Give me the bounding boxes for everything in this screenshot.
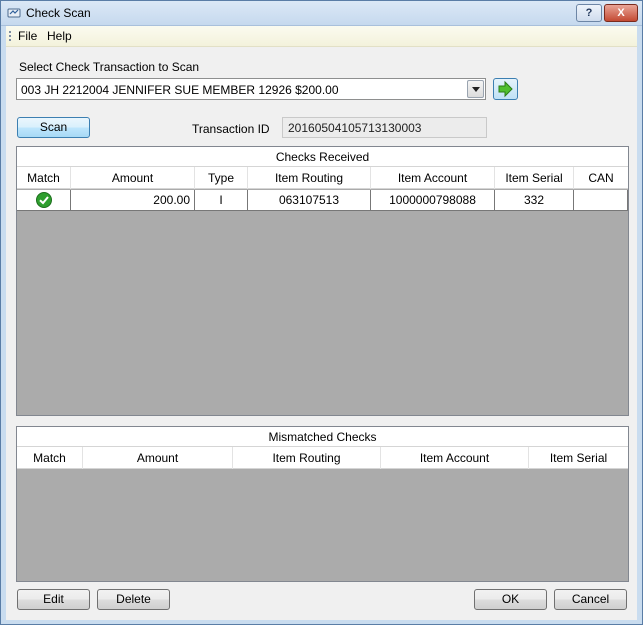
can-cell [574, 190, 628, 210]
column-item-account[interactable]: Item Account [381, 447, 529, 469]
go-button[interactable] [493, 78, 518, 100]
transaction-select-value: 003 JH 2212004 JENNIFER SUE MEMBER 12926… [21, 83, 339, 97]
mismatched-checks-grid[interactable]: Mismatched Checks Match Amount Item Rout… [16, 426, 629, 582]
app-icon [7, 8, 21, 18]
transaction-id-field: 20160504105713130003 [282, 117, 487, 138]
amount-cell: 200.00 [71, 190, 195, 210]
menu-grip-icon[interactable] [9, 31, 11, 43]
column-item-serial[interactable]: Item Serial [529, 447, 628, 469]
check-scan-window: Check Scan ? X File Help Select Check Tr… [0, 0, 643, 625]
check-circle-icon [36, 192, 52, 208]
menu-bar: File Help [6, 26, 637, 47]
transaction-id-label: Transaction ID [192, 122, 270, 136]
chevron-down-icon[interactable] [467, 80, 484, 98]
routing-cell: 063107513 [248, 190, 371, 210]
mismatched-checks-empty-area [17, 470, 628, 581]
type-cell: I [195, 190, 248, 210]
column-type[interactable]: Type [195, 167, 248, 189]
help-icon: ? [585, 7, 593, 19]
transaction-select[interactable]: 003 JH 2212004 JENNIFER SUE MEMBER 12926… [16, 78, 486, 100]
column-item-serial[interactable]: Item Serial [495, 167, 574, 189]
checks-received-header: Match Amount Type Item Routing Item Acco… [17, 167, 628, 189]
arrow-right-icon [498, 80, 513, 98]
checks-received-title: Checks Received [17, 147, 628, 167]
checks-received-grid[interactable]: Checks Received Match Amount Type Item R… [16, 146, 629, 416]
column-amount[interactable]: Amount [83, 447, 233, 469]
scan-button[interactable]: Scan [17, 117, 90, 138]
column-item-routing[interactable]: Item Routing [233, 447, 381, 469]
mismatched-checks-title: Mismatched Checks [17, 427, 628, 447]
mismatched-checks-header: Match Amount Item Routing Item Account I… [17, 447, 628, 469]
cancel-button[interactable]: Cancel [554, 589, 627, 610]
help-button[interactable]: ? [576, 4, 602, 22]
select-transaction-label: Select Check Transaction to Scan [19, 60, 200, 74]
menu-help[interactable]: Help [47, 29, 72, 43]
close-icon: X [617, 7, 625, 19]
window-title: Check Scan [26, 6, 91, 20]
menu-file[interactable]: File [18, 29, 37, 43]
column-match[interactable]: Match [17, 167, 71, 189]
match-cell [17, 190, 71, 210]
column-item-account[interactable]: Item Account [371, 167, 495, 189]
account-cell: 1000000798088 [371, 190, 495, 210]
dialog-client-area: File Help Select Check Transaction to Sc… [6, 26, 637, 620]
ok-button[interactable]: OK [474, 589, 547, 610]
column-item-routing[interactable]: Item Routing [248, 167, 371, 189]
serial-cell: 332 [495, 190, 574, 210]
delete-button[interactable]: Delete [97, 589, 170, 610]
transaction-id-value: 20160504105713130003 [288, 121, 422, 135]
title-bar: Check Scan ? X [1, 1, 642, 26]
column-amount[interactable]: Amount [71, 167, 195, 189]
table-row[interactable]: 200.00 I 063107513 1000000798088 332 [17, 190, 628, 211]
edit-button[interactable]: Edit [17, 589, 90, 610]
close-button[interactable]: X [604, 4, 638, 22]
column-can[interactable]: CAN [574, 167, 628, 189]
column-match[interactable]: Match [17, 447, 83, 469]
checks-received-empty-area [17, 210, 628, 415]
